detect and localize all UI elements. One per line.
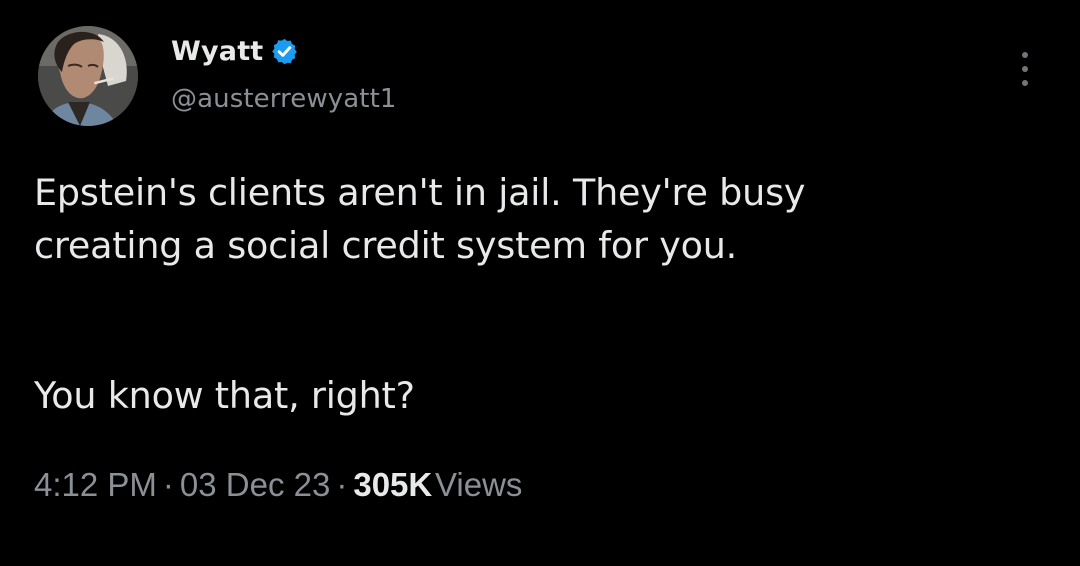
views-count[interactable]: 305K — [353, 466, 432, 503]
views-label[interactable]: Views — [435, 466, 522, 503]
tweet-text-line: Epstein's clients aren't in jail. They'r… — [34, 171, 806, 214]
tweet-time[interactable]: 4:12 PM — [34, 466, 157, 503]
author-name-row: Wyatt — [171, 33, 299, 69]
tweet-text-line: You know that, right? — [34, 374, 415, 417]
more-vertical-icon-dot — [1022, 80, 1028, 86]
tweet-text-line: creating a social credit system for you. — [34, 224, 738, 267]
tweet-metadata: 4:12 PM · 03 Dec 23 · 305K Views — [34, 466, 522, 504]
meta-separator: · — [162, 466, 174, 503]
meta-separator: · — [336, 466, 348, 503]
more-vertical-icon-dot — [1022, 52, 1028, 58]
verified-badge-icon[interactable] — [270, 37, 299, 66]
more-vertical-icon-dot — [1022, 66, 1028, 72]
avatar[interactable] — [38, 26, 138, 126]
more-options-button[interactable] — [1010, 48, 1040, 90]
avatar-photo-icon — [38, 26, 138, 126]
author-display-name[interactable]: Wyatt — [171, 36, 263, 67]
tweet-card: Wyatt @austerrewyatt1 Epstein's clients … — [0, 0, 1080, 566]
tweet-text: Epstein's clients aren't in jail. They'r… — [34, 166, 1044, 422]
tweet-date[interactable]: 03 Dec 23 — [180, 466, 330, 503]
author-handle[interactable]: @austerrewyatt1 — [171, 84, 397, 114]
